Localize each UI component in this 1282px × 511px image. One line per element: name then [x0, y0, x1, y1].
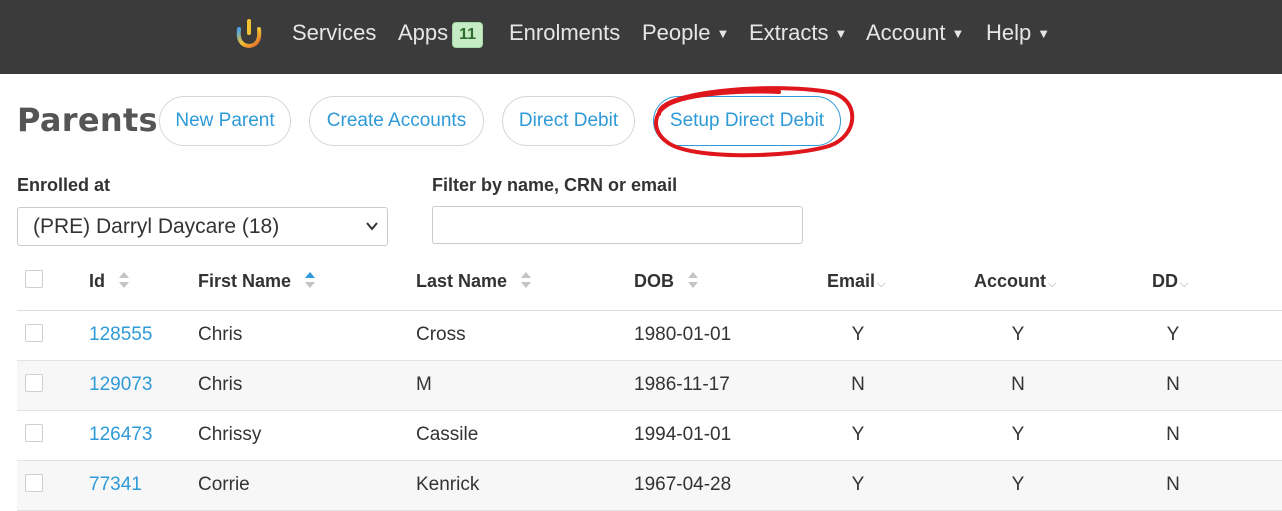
column-header-email[interactable]: Email ⌵ — [827, 270, 885, 295]
parent-id-link[interactable]: 128555 — [89, 324, 152, 346]
caret-down-icon: ▼ — [1037, 26, 1051, 41]
sort-icon — [688, 272, 699, 289]
direct-debit-button[interactable]: Direct Debit — [502, 96, 635, 146]
nav-enrolments[interactable]: Enrolments — [509, 19, 620, 47]
sort-icon — [119, 272, 130, 289]
column-header-last-name[interactable]: Last Name — [416, 270, 532, 292]
row-checkbox[interactable] — [25, 474, 43, 492]
dd-cell: N — [1166, 374, 1180, 395]
top-navbar: Services Apps 11 Enrolments People ▼ Extra… — [0, 0, 1282, 74]
enrolled-at-select[interactable]: (PRE) Darryl Daycare (18) — [17, 207, 388, 246]
last-name-cell: Cross — [416, 324, 466, 345]
chevron-down-icon: ⌵ — [1048, 278, 1057, 290]
sort-icon — [521, 272, 532, 289]
nav-account[interactable]: Account ▼ — [866, 19, 964, 47]
app-logo-icon[interactable] — [233, 17, 265, 49]
account-cell: Y — [1011, 424, 1025, 445]
nav-help[interactable]: Help ▼ — [986, 19, 1050, 47]
column-header-account[interactable]: Account ⌵ — [974, 270, 1056, 295]
enrolled-at-label: Enrolled at — [17, 175, 111, 195]
table-row: 126473 Chrissy Cassile 1994-01-01 Y Y N — [17, 411, 1282, 461]
account-cell: Y — [1011, 474, 1025, 495]
caret-down-icon: ▼ — [834, 26, 848, 41]
last-name-cell: Kenrick — [416, 474, 480, 495]
email-cell: Y — [851, 324, 865, 345]
account-cell: N — [1011, 374, 1025, 395]
first-name-cell: Chris — [198, 324, 243, 345]
column-header-id[interactable]: Id — [89, 270, 130, 292]
column-header-dob[interactable]: DOB — [634, 270, 699, 292]
parent-id-link[interactable]: 77341 — [89, 474, 142, 496]
page-title: Parents — [17, 101, 158, 139]
filter-label: Filter by name, CRN or email — [432, 175, 678, 195]
sort-asc-icon — [305, 272, 316, 289]
nav-services[interactable]: Services — [292, 19, 376, 47]
dd-cell: N — [1166, 424, 1180, 445]
dd-cell: N — [1166, 474, 1180, 495]
column-header-first-name[interactable]: First Name — [198, 270, 316, 292]
chevron-down-icon — [366, 222, 378, 231]
first-name-cell: Chris — [198, 374, 243, 395]
new-parent-button[interactable]: New Parent — [159, 96, 291, 146]
dob-cell: 1967-04-28 — [634, 474, 732, 495]
chevron-down-icon: ⌵ — [877, 278, 886, 290]
dob-cell: 1986-11-17 — [634, 374, 730, 395]
first-name-cell: Corrie — [198, 474, 250, 495]
last-name-cell: M — [416, 374, 432, 395]
table-header-row: Id First Name Last Name DOB Email ⌵ Accou… — [17, 260, 1282, 311]
row-checkbox[interactable] — [25, 374, 43, 392]
parents-table: Id First Name Last Name DOB Email ⌵ Accou… — [17, 260, 1282, 511]
chevron-down-icon: ⌵ — [1180, 278, 1189, 290]
dd-cell: Y — [1166, 324, 1180, 345]
enrolled-at-value: (PRE) Darryl Daycare (18) — [33, 215, 280, 238]
email-cell: N — [851, 374, 865, 395]
parent-id-link[interactable]: 126473 — [89, 424, 152, 446]
account-cell: Y — [1011, 324, 1025, 345]
select-all-checkbox[interactable] — [25, 270, 43, 288]
row-checkbox[interactable] — [25, 424, 43, 442]
row-checkbox[interactable] — [25, 324, 43, 342]
nav-people[interactable]: People ▼ — [642, 19, 729, 47]
column-header-dd[interactable]: DD ⌵ — [1152, 270, 1188, 295]
email-cell: Y — [851, 474, 865, 495]
filter-input[interactable] — [432, 206, 803, 244]
nav-apps[interactable]: Apps 11 — [398, 19, 484, 48]
setup-direct-debit-button[interactable]: Setup Direct Debit — [653, 96, 841, 146]
dob-cell: 1980-01-01 — [634, 324, 732, 345]
email-cell: Y — [851, 424, 865, 445]
first-name-cell: Chrissy — [198, 424, 262, 445]
caret-down-icon: ▼ — [716, 26, 730, 41]
last-name-cell: Cassile — [416, 424, 479, 445]
table-row: 77341 Corrie Kenrick 1967-04-28 Y Y N — [17, 461, 1282, 511]
create-accounts-button[interactable]: Create Accounts — [309, 96, 484, 146]
table-row: 129073 Chris M 1986-11-17 N N N — [17, 361, 1282, 411]
nav-extracts[interactable]: Extracts ▼ — [749, 19, 847, 47]
dob-cell: 1994-01-01 — [634, 424, 732, 445]
apps-count-badge: 11 — [452, 22, 484, 48]
table-row: 128555 Chris Cross 1980-01-01 Y Y Y — [17, 311, 1282, 361]
parent-id-link[interactable]: 129073 — [89, 374, 152, 396]
caret-down-icon: ▼ — [951, 26, 965, 41]
